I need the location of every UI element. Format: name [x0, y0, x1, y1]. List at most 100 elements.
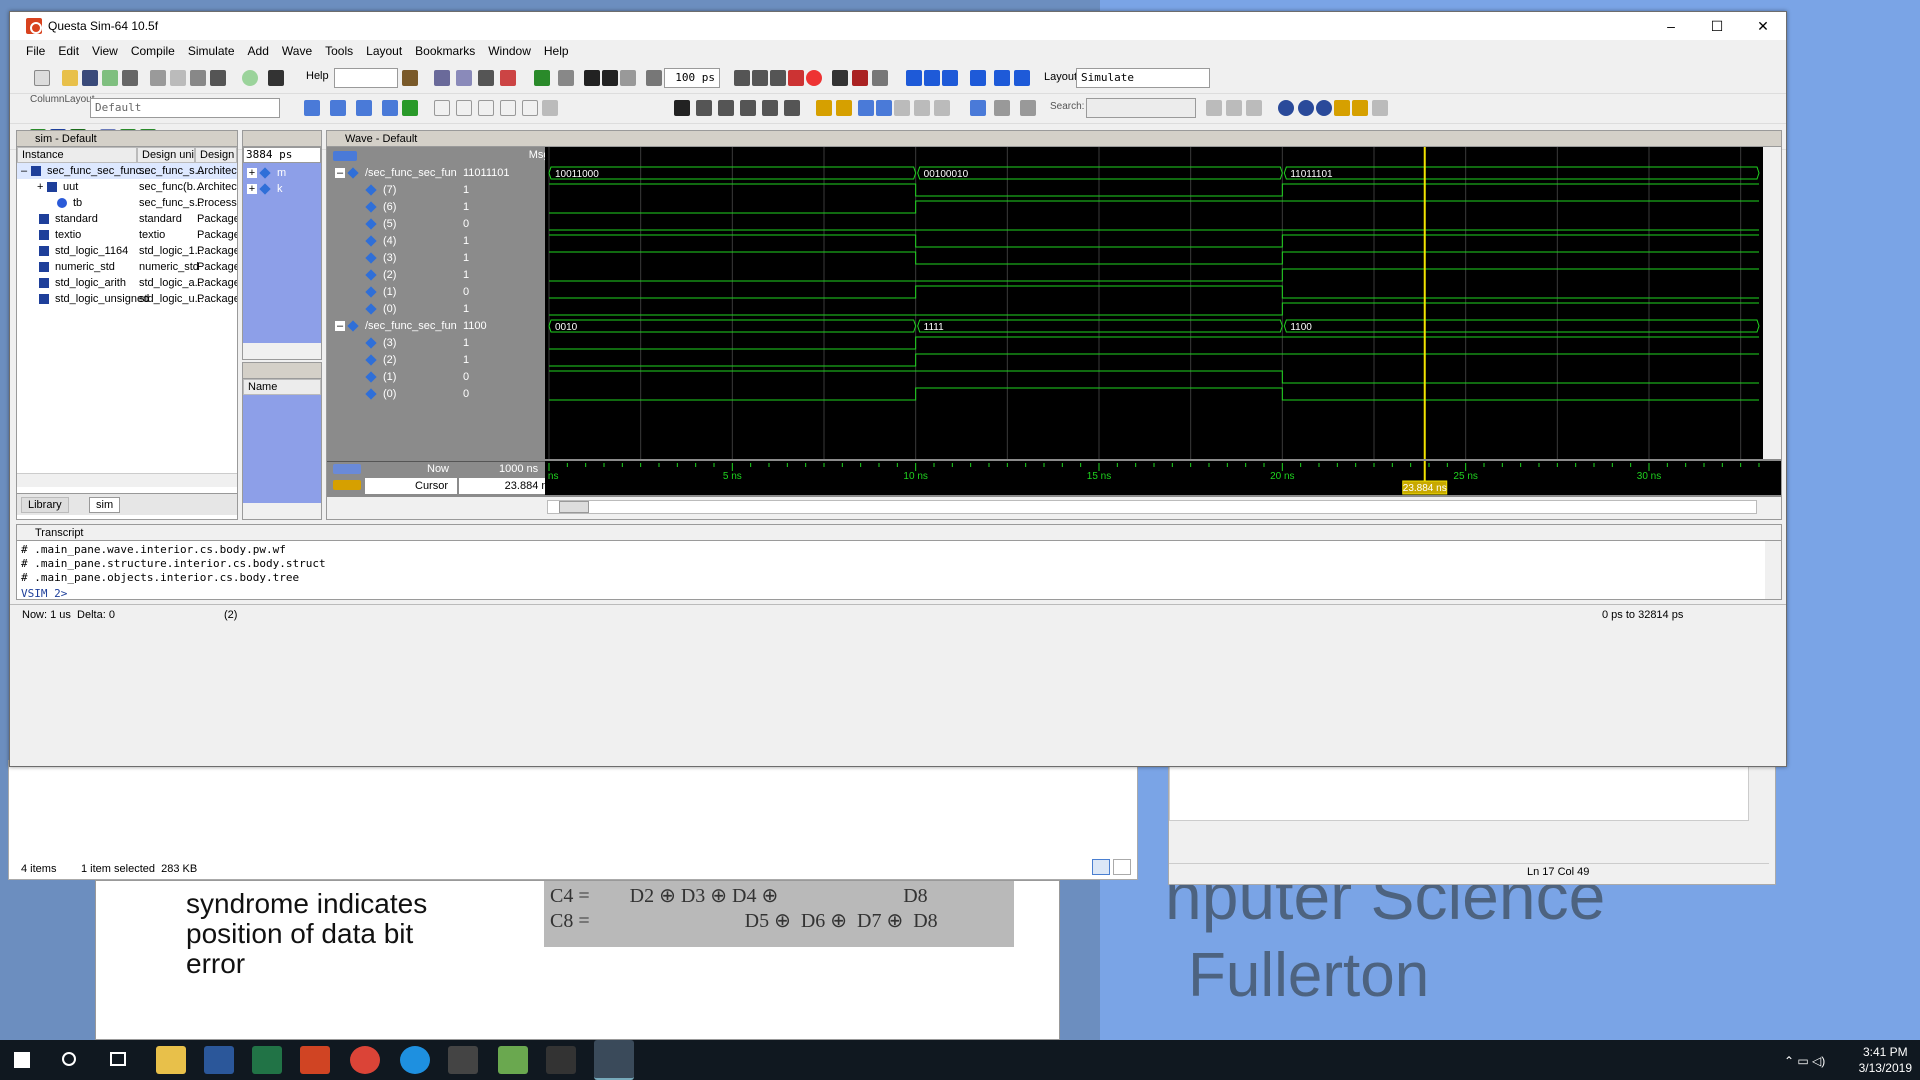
pan-mode-icon[interactable]	[718, 100, 734, 116]
step-out-icon[interactable]	[942, 70, 958, 86]
copy-icon[interactable]	[170, 70, 186, 86]
save-icon[interactable]	[82, 70, 98, 86]
arrow-left-icon[interactable]	[602, 70, 618, 86]
run-icon[interactable]	[734, 70, 750, 86]
search-prev-icon[interactable]	[1246, 100, 1262, 116]
insert-cursor-icon[interactable]	[762, 100, 778, 116]
waveform-canvas[interactable]: 10011000 00100010 11011101 0010 1111 1100	[545, 147, 1781, 459]
tiles-view-icon[interactable]	[1113, 859, 1131, 875]
wave-scroll-thumb[interactable]	[559, 501, 589, 513]
sim-tool-icon[interactable]	[478, 70, 494, 86]
step-over-blue-icon[interactable]	[924, 70, 940, 86]
edit-mode-icon[interactable]	[740, 100, 756, 116]
run-all-icon[interactable]	[770, 70, 786, 86]
wave-signal-name[interactable]: (5)	[327, 216, 457, 233]
any-edge-icon[interactable]	[934, 100, 950, 116]
search-icon[interactable]	[62, 1052, 76, 1066]
reload-icon[interactable]	[102, 70, 118, 86]
object-item-m[interactable]: + m	[243, 165, 286, 181]
wave-hscrollbar[interactable]	[327, 497, 1781, 519]
zoom-last-icon[interactable]	[1372, 100, 1388, 116]
cut-icon[interactable]	[150, 70, 166, 86]
hand-icon[interactable]	[872, 70, 888, 86]
sim-panel-hscrollbar[interactable]	[17, 473, 237, 487]
falling-edge-icon[interactable]	[894, 100, 910, 116]
zoom-mode-icon[interactable]	[696, 100, 712, 116]
prev-transition-icon[interactable]	[858, 100, 874, 116]
wave-signal-name[interactable]: (6)	[327, 199, 457, 216]
step-icon[interactable]	[832, 70, 848, 86]
collapse-icon[interactable]	[994, 100, 1010, 116]
menu-help[interactable]: Help	[544, 44, 569, 58]
open-folder-icon[interactable]	[62, 70, 78, 86]
find-icon[interactable]	[268, 70, 284, 86]
powerpoint-icon[interactable]	[300, 1046, 330, 1074]
menu-bookmarks[interactable]: Bookmarks	[415, 44, 475, 58]
print-icon[interactable]	[122, 70, 138, 86]
transcript-prompt[interactable]: VSIM 2>	[21, 587, 67, 600]
start-windows-icon[interactable]	[14, 1052, 30, 1068]
file-explorer-icon[interactable]	[156, 1046, 186, 1074]
cursor-lock-icon[interactable]	[333, 480, 361, 490]
tree-row[interactable]: numeric_std numeric_std Package	[17, 259, 237, 275]
transcript-scrollbar[interactable]	[1765, 541, 1781, 599]
rising-edge-icon[interactable]	[914, 100, 930, 116]
wave-signal-name[interactable]: (0)	[327, 301, 457, 318]
find-next-edge-icon[interactable]	[836, 100, 852, 116]
app-tool-icon[interactable]	[448, 1046, 478, 1074]
wave-plot-area[interactable]: 10011000 00100010 11011101 0010 1111 1100	[545, 147, 1781, 459]
bus-icon[interactable]	[500, 100, 516, 116]
run-continue-icon[interactable]	[752, 70, 768, 86]
column-design-unit[interactable]: Design unit	[137, 147, 195, 163]
column-instance[interactable]: Instance	[17, 147, 137, 163]
delete-cursor-icon[interactable]	[784, 100, 800, 116]
tree-row[interactable]: + uut sec_func(b... Architect	[17, 179, 237, 195]
break-icon[interactable]	[788, 70, 804, 86]
columnlayout-select[interactable]: Default	[90, 98, 280, 118]
new-file-icon[interactable]	[34, 70, 50, 86]
menu-edit[interactable]: Edit	[58, 44, 79, 58]
menu-window[interactable]: Window	[488, 44, 531, 58]
zoom-full-icon[interactable]	[1316, 100, 1332, 116]
wave-signal-name[interactable]: (2)	[327, 267, 457, 284]
wave-signal-name[interactable]: (0)	[327, 386, 457, 403]
cursor-icon[interactable]	[456, 100, 472, 116]
tree-row[interactable]: std_logic_unsigned std_logic_u... Packag…	[17, 291, 237, 307]
pencil-icon[interactable]	[542, 100, 558, 116]
reverse-continue-icon[interactable]	[1014, 70, 1030, 86]
search-go-icon[interactable]	[1206, 100, 1222, 116]
expand-icon[interactable]	[970, 100, 986, 116]
sim-stop-icon[interactable]	[500, 70, 516, 86]
zoom-cursor-icon[interactable]	[1334, 100, 1350, 116]
notepad-plus-icon[interactable]	[498, 1046, 528, 1074]
wave-group-icon[interactable]	[382, 100, 398, 116]
column-name[interactable]: Name	[243, 379, 321, 395]
menu-tools[interactable]: Tools	[325, 44, 353, 58]
wave-signal-name[interactable]: (1)	[327, 284, 457, 301]
clock[interactable]: 3:41 PM 3/13/2019	[1859, 1044, 1912, 1076]
objects-scrollbar[interactable]	[243, 343, 321, 359]
minimize-button[interactable]: –	[1648, 12, 1694, 40]
format-icon[interactable]	[558, 70, 574, 86]
tab-library[interactable]: Library	[21, 497, 69, 513]
menu-file[interactable]: File	[26, 44, 45, 58]
details-view-icon[interactable]	[1092, 859, 1110, 875]
tree-row[interactable]: textio textio Package	[17, 227, 237, 243]
wave-signal-name[interactable]: (2)	[327, 352, 457, 369]
tree-row[interactable]: std_logic_1164 std_logic_1... Package	[17, 243, 237, 259]
search-next-icon[interactable]	[1226, 100, 1242, 116]
menu-view[interactable]: View	[92, 44, 118, 58]
menu-compile[interactable]: Compile	[131, 44, 175, 58]
edge-icon[interactable]	[434, 100, 450, 116]
object-item-k[interactable]: + k	[243, 181, 283, 197]
wave-edit-icon[interactable]	[304, 100, 320, 116]
stop-icon[interactable]	[806, 70, 822, 86]
paste-icon[interactable]	[190, 70, 206, 86]
wave-signal-name[interactable]: (7)	[327, 182, 457, 199]
task-view-icon[interactable]	[110, 1052, 126, 1066]
word-icon[interactable]	[204, 1046, 234, 1074]
step-over-icon[interactable]	[852, 70, 868, 86]
compile-icon[interactable]	[242, 70, 258, 86]
column-design-type[interactable]: Design ur	[195, 147, 237, 163]
cursor-label[interactable]: Cursor 1	[365, 478, 457, 508]
